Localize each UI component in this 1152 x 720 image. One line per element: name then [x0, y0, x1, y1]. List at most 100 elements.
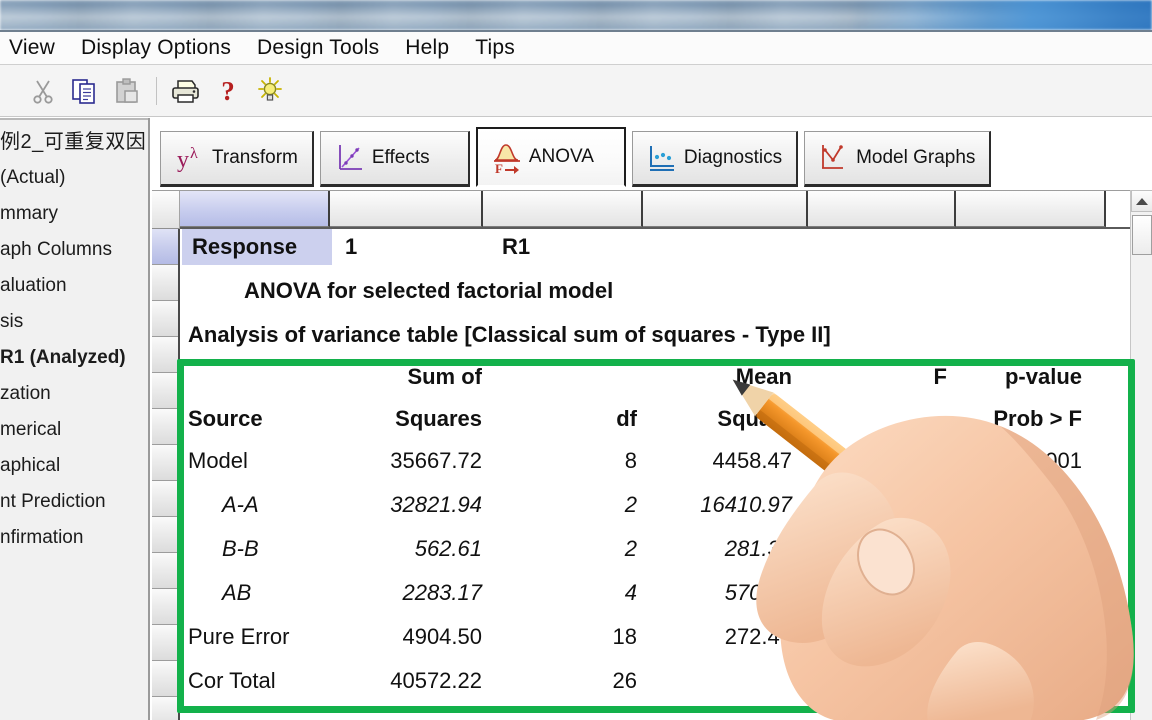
row-ss: 32821.94 [390, 492, 482, 517]
sidebar-item-r1-analyzed[interactable]: R1 (Analyzed) [0, 340, 148, 376]
column-header-2[interactable] [330, 191, 483, 227]
sidebar-item-numerical[interactable]: merical [0, 412, 148, 448]
column-header-6[interactable] [956, 191, 1106, 227]
vertical-scrollbar[interactable] [1130, 190, 1152, 720]
tab-effects-label: Effects [371, 147, 430, 168]
svg-text:?: ? [221, 77, 235, 105]
sidebar-item-evaluation[interactable]: aluation [0, 268, 148, 304]
sidebar-item-analysis[interactable]: sis [0, 304, 148, 340]
anova-subtitle: ANOVA for selected factorial model [244, 278, 614, 303]
scroll-thumb[interactable] [1132, 215, 1152, 255]
row-source: B-B [222, 536, 259, 561]
menu-bar: View Display Options Design Tools Help T… [0, 32, 1152, 65]
f-distribution-icon: F [492, 141, 522, 176]
anova-sheet: Response 1 R1 ANOVA for selected factori… [152, 190, 1152, 720]
row-header-1[interactable] [152, 229, 178, 265]
application-window: View Display Options Design Tools Help T… [0, 0, 1152, 720]
header-f: F [933, 364, 947, 389]
table-row[interactable]: Pure Error 4904.50 18 272.47 [182, 619, 1122, 655]
column-header-3[interactable] [483, 191, 643, 227]
cut-icon[interactable] [22, 70, 64, 112]
row-f: 16.36 [891, 448, 947, 473]
sidebar-item-actual[interactable]: (Actual) [0, 160, 148, 196]
header-p-value: p-value [1004, 364, 1082, 389]
response-name: R1 [502, 234, 531, 259]
os-title-bar [0, 0, 1152, 30]
row-header-5[interactable] [152, 373, 178, 409]
menu-tips[interactable]: Tips [462, 36, 528, 60]
row-f: 2.09 [904, 580, 947, 605]
sidebar-item-design-file[interactable]: 例2_可重复双因 [0, 124, 148, 160]
menu-view[interactable]: View [0, 36, 68, 60]
row-header-4[interactable] [152, 337, 178, 373]
row-header-2[interactable] [152, 265, 178, 301]
table-row[interactable]: Cor Total 40572.22 26 [182, 663, 1122, 699]
row-df: 2 [624, 536, 637, 561]
svg-text:λ: λ [190, 145, 198, 162]
copy-icon[interactable] [64, 70, 106, 112]
row-header-14[interactable] [152, 697, 178, 720]
scroll-up-arrow[interactable] [1131, 190, 1152, 212]
navigation-sidebar[interactable]: 例2_可重复双因 (Actual) mmary aph Columns alua… [0, 118, 150, 720]
row-header-7[interactable] [152, 445, 178, 481]
header-square: Square [717, 406, 792, 431]
row-df: 4 [624, 580, 637, 605]
row-header-10[interactable] [152, 553, 178, 589]
sidebar-item-optimization[interactable]: zation [0, 376, 148, 412]
model-graph-icon [819, 142, 849, 174]
row-header-12[interactable] [152, 625, 178, 661]
column-header-row [152, 191, 1152, 229]
row-df: 18 [612, 624, 637, 649]
main-pane: y λ Transform Effects F ANOVA Diagnostic… [152, 118, 1152, 720]
row-f: 60.23 [891, 492, 947, 517]
row-header-11[interactable] [152, 589, 178, 625]
sidebar-item-confirmation[interactable]: nfirmation [0, 520, 148, 556]
header-prob: Prob > F [993, 406, 1082, 431]
row-ms: 16410.97 [700, 492, 792, 517]
tab-model-graphs[interactable]: Model Graphs [804, 131, 992, 187]
row-header-13[interactable] [152, 661, 178, 697]
row-f: 1.03 [904, 536, 947, 561]
row-p: 0.1227 [1014, 580, 1082, 605]
row-header-3[interactable] [152, 301, 178, 337]
response-number: 1 [345, 234, 358, 259]
table-row[interactable]: AB 2283.17 4 570.79 2.09 0.1227 [182, 575, 1122, 611]
column-header-4[interactable] [643, 191, 808, 227]
column-header-5[interactable] [808, 191, 956, 227]
table-row[interactable]: B-B 562.61 2 281.31 1.03 0.3763 [182, 531, 1122, 567]
menu-design-tools[interactable]: Design Tools [244, 36, 392, 60]
sidebar-item-graphical[interactable]: aphical [0, 448, 148, 484]
sheet-body: Response 1 R1 ANOVA for selected factori… [182, 229, 1122, 720]
anova-table-title: Analysis of variance table [Classical su… [188, 322, 831, 347]
sidebar-item-point-prediction[interactable]: nt Prediction [0, 484, 148, 520]
row-header-8[interactable] [152, 481, 178, 517]
table-row[interactable]: A-A 32821.94 2 16410.97 60.23 < 0.0001 [182, 487, 1122, 523]
sheet-corner-cell[interactable] [152, 191, 180, 229]
response-row: Response 1 R1 [182, 229, 1122, 265]
menu-help[interactable]: Help [392, 36, 462, 60]
effects-plot-icon [335, 142, 365, 174]
help-question-icon[interactable]: ? [207, 70, 249, 112]
tab-model-graphs-label: Model Graphs [856, 147, 976, 168]
print-icon[interactable] [165, 70, 207, 112]
toolbar: ? [0, 65, 1152, 117]
header-df: df [616, 406, 637, 431]
header-squares: Squares [395, 406, 482, 431]
row-header-9[interactable] [152, 517, 178, 553]
sidebar-item-graph-columns[interactable]: aph Columns [0, 232, 148, 268]
row-p: < 0.0001 [995, 448, 1082, 473]
table-row[interactable]: Model 35667.72 8 4458.47 16.36 < 0.0001 [182, 443, 1122, 479]
tab-anova[interactable]: F ANOVA [475, 127, 626, 187]
row-ss: 562.61 [414, 536, 482, 561]
row-header-6[interactable] [152, 409, 178, 445]
tips-lightbulb-icon[interactable] [249, 70, 291, 112]
toolbar-separator [156, 76, 157, 105]
menu-display-options[interactable]: Display Options [68, 36, 244, 60]
column-header-1[interactable] [180, 191, 330, 227]
tab-transform[interactable]: y λ Transform [160, 131, 314, 187]
header-source: Source [188, 406, 263, 431]
sidebar-item-summary[interactable]: mmary [0, 196, 148, 232]
paste-icon[interactable] [106, 70, 148, 112]
tab-diagnostics[interactable]: Diagnostics [631, 131, 799, 187]
tab-effects[interactable]: Effects [319, 131, 470, 187]
